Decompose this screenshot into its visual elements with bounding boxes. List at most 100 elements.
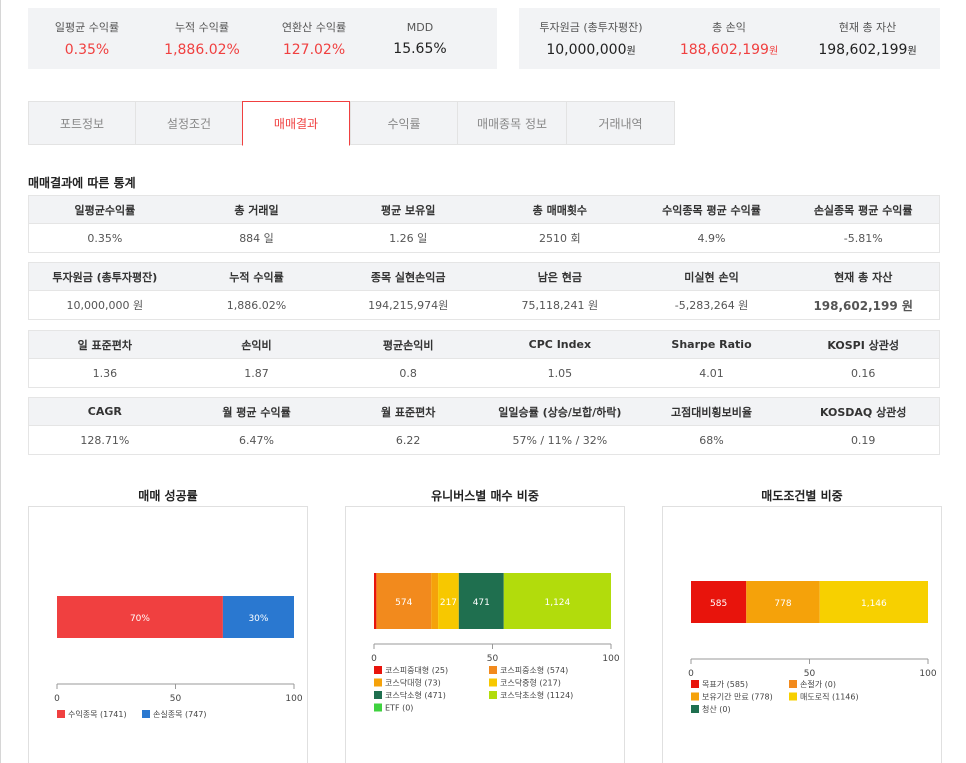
x-tick-label: 50 bbox=[804, 669, 816, 679]
tab-settings[interactable]: 설정조건 bbox=[135, 101, 242, 145]
stats-value-row: 1.36 1.87 0.8 1.05 4.01 0.16 bbox=[29, 359, 939, 387]
stats-table-3: 일 표준편차 손익비 평균손익비 CPC Index Sharpe Ratio … bbox=[28, 330, 940, 388]
stats-table-2: 투자원금 (총투자평잔) 누적 수익률 종목 실현손익금 남은 현금 미실현 손… bbox=[28, 262, 940, 320]
stats-header: 투자원금 (총투자평잔) bbox=[52, 270, 158, 284]
legend-label: 손절가 (0) bbox=[800, 680, 836, 689]
stats-header: 손실종목 평균 수익률 bbox=[813, 203, 913, 217]
stats-header: 일일승률 (상승/보합/하락) bbox=[498, 405, 622, 419]
summary-label: 투자원금 (총투자평잔) bbox=[539, 21, 643, 34]
section-title: 매매결과에 따른 통계 bbox=[28, 176, 136, 190]
summary-cumulative-return: 누적 수익률 1,886.02% bbox=[146, 8, 258, 69]
legend-label: 코스피중소형 (574) bbox=[500, 666, 568, 675]
stats-value: 1.05 bbox=[547, 366, 573, 380]
stats-header: 월 평균 수익률 bbox=[222, 405, 291, 419]
x-tick-label: 100 bbox=[602, 654, 619, 664]
bar-label: 471 bbox=[473, 598, 490, 608]
stats-value: 128.71% bbox=[80, 433, 130, 447]
stats-header: CPC Index bbox=[528, 338, 592, 351]
summary-value: 15.65% bbox=[393, 40, 447, 57]
legend-swatch bbox=[142, 710, 150, 718]
legend-swatch bbox=[489, 678, 497, 687]
legend-swatch bbox=[374, 678, 382, 687]
stats-value: 1.26 일 bbox=[389, 232, 428, 245]
x-tick-label: 0 bbox=[688, 669, 694, 679]
stats-value: 0.16 bbox=[850, 366, 876, 380]
stats-header: 평균 보유일 bbox=[380, 203, 436, 217]
legend-label: 청산 (0) bbox=[702, 704, 731, 714]
stats-value: 75,118,241 원 bbox=[521, 299, 599, 312]
tab-portfolio-info[interactable]: 포트정보 bbox=[28, 101, 135, 145]
stats-value: 1.87 bbox=[244, 366, 269, 380]
summary-assets-panel: 투자원금 (총투자평잔) 10,000,000원 총 손익 188,602,19… bbox=[519, 8, 940, 69]
legend-label: ETF (0) bbox=[385, 704, 413, 713]
summary-label: MDD bbox=[406, 20, 434, 34]
stats-value: 198,602,199 원 bbox=[813, 298, 913, 313]
summary-unit: 원 bbox=[768, 46, 779, 57]
legend-swatch bbox=[789, 692, 797, 701]
stats-header: 총 거래일 bbox=[234, 203, 279, 217]
stats-value: -5,283,264 원 bbox=[674, 299, 749, 312]
summary-total-assets: 현재 총 자산 198,602,199원 bbox=[795, 8, 940, 69]
stats-value: 0.19 bbox=[850, 433, 876, 447]
stats-value: -5.81% bbox=[843, 231, 883, 245]
summary-label: 연환산 수익률 bbox=[281, 21, 347, 34]
legend-swatch bbox=[489, 666, 497, 674]
summary-principal: 투자원금 (총투자평잔) 10,000,000원 bbox=[519, 8, 663, 69]
summary-mdd: MDD 15.65% bbox=[370, 8, 470, 69]
stats-header-row: 투자원금 (총투자평잔) 누적 수익률 종목 실현손익금 남은 현금 미실현 손… bbox=[29, 263, 939, 291]
stats-header: 총 매매횟수 bbox=[532, 203, 588, 217]
x-tick-label: 100 bbox=[285, 694, 302, 704]
stats-value: 1,886.02% bbox=[226, 298, 287, 312]
x-tick-label: 50 bbox=[487, 654, 499, 664]
stats-value-row: 10,000,000 원 1,886.02% 194,215,974원 75,1… bbox=[29, 291, 939, 319]
stats-value: 4.01 bbox=[699, 366, 724, 380]
stats-header: Sharpe Ratio bbox=[671, 338, 752, 351]
legend-swatch bbox=[691, 692, 699, 701]
x-tick-label: 0 bbox=[371, 654, 377, 664]
stats-header: CAGR bbox=[87, 405, 122, 418]
bar-label: 585 bbox=[710, 599, 727, 609]
legend-label: 코스닥초소형 (1124) bbox=[500, 690, 573, 700]
stats-header: KOSPI 상관성 bbox=[827, 338, 900, 352]
legend-label: 코스피중대형 (25) bbox=[385, 666, 448, 675]
tab-trade-history[interactable]: 거래내역 bbox=[566, 101, 675, 145]
stats-header: 누적 수익률 bbox=[229, 270, 284, 284]
x-tick-label: 50 bbox=[170, 694, 182, 704]
legend-swatch bbox=[789, 680, 797, 688]
summary-number: 198,602,199 bbox=[818, 42, 908, 58]
stats-value: 2510 회 bbox=[539, 232, 581, 245]
x-tick-label: 100 bbox=[919, 669, 936, 679]
legend-swatch bbox=[374, 666, 382, 674]
stats-header-row: 일평균수익률 총 거래일 평균 보유일 총 매매횟수 수익종목 평균 수익률 손… bbox=[29, 196, 939, 224]
stats-header: 손익비 bbox=[241, 338, 272, 352]
legend-swatch bbox=[489, 691, 497, 699]
chart-panel-universe-buy: 574 217 471 1,124 0 50 100 코스피중대형 (25) 코스피중소형 (5… bbox=[345, 506, 625, 763]
stats-value-row: 128.71% 6.47% 6.22 57% / 11% / 32% 68% 0… bbox=[29, 426, 939, 454]
bar-label: 70% bbox=[130, 614, 150, 624]
bar-segment bbox=[431, 573, 439, 629]
stats-value: 0.8 bbox=[399, 366, 417, 380]
stats-value: 6.22 bbox=[395, 433, 421, 447]
tab-returns[interactable]: 수익률 bbox=[350, 101, 457, 145]
stats-value-row: 0.35% 884 일 1.26 일 2510 회 4.9% -5.81% bbox=[29, 224, 939, 252]
stats-header: 남은 현금 bbox=[537, 270, 582, 284]
stats-value: 68% bbox=[699, 433, 724, 447]
summary-total-pnl: 총 손익 188,602,199원 bbox=[663, 8, 795, 69]
summary-number: 10,000,000 bbox=[546, 42, 627, 58]
stats-header-row: CAGR 월 평균 수익률 월 표준편차 일일승률 (상승/보합/하락) 고점대… bbox=[29, 398, 939, 426]
summary-value: 10,000,000원 bbox=[546, 42, 635, 58]
stats-value: 1.36 bbox=[92, 366, 118, 380]
sell-condition-chart: 585 778 1,146 0 50 100 목표가 (585) 손절가 (0) 보유기간 만료… bbox=[688, 581, 937, 714]
result-tabs: 포트정보 설정조건 매매결과 수익률 매매종목 정보 거래내역 bbox=[28, 101, 675, 146]
bar-label: 1,124 bbox=[544, 598, 570, 608]
summary-value: 127.02% bbox=[282, 42, 346, 58]
summary-label: 누적 수익률 bbox=[174, 21, 230, 34]
legend-label: 수익종목 (1741) bbox=[68, 709, 127, 719]
legend-swatch bbox=[374, 703, 382, 712]
stats-value: 884 일 bbox=[239, 232, 274, 245]
bar-label: 574 bbox=[395, 598, 412, 608]
summary-value: 188,602,199원 bbox=[680, 42, 778, 58]
tab-trade-results[interactable]: 매매결과 bbox=[242, 101, 350, 146]
summary-value: 1,886.02% bbox=[164, 42, 240, 58]
tab-stock-info[interactable]: 매매종목 정보 bbox=[457, 101, 566, 145]
